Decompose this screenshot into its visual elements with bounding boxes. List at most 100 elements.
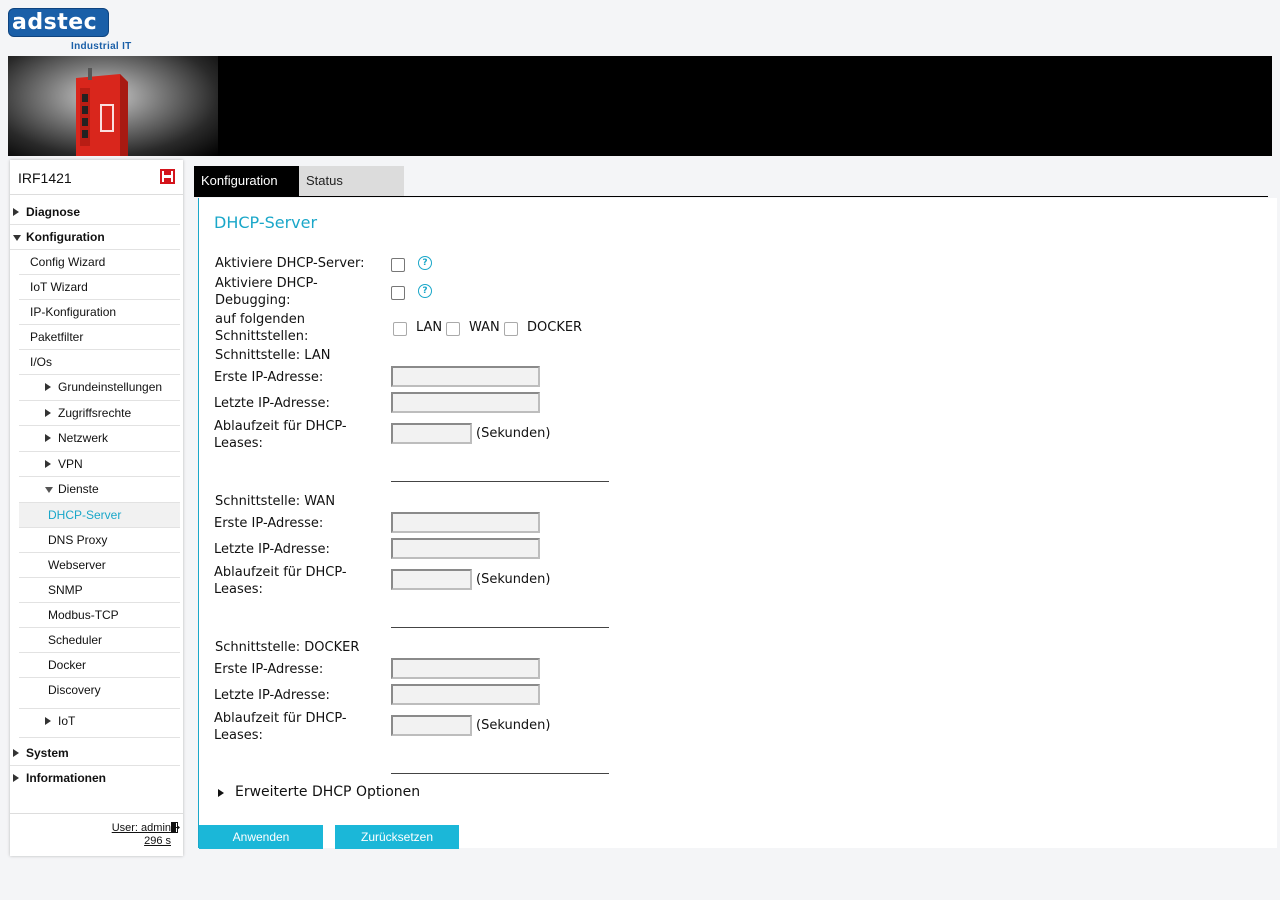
interface-docker-checkbox[interactable]	[504, 322, 518, 336]
lease-unit-label: (Sekunden)	[476, 426, 551, 441]
first-ip-label: Erste IP-Adresse:	[214, 516, 324, 531]
lease-unit-label: (Sekunden)	[476, 572, 551, 587]
header-banner	[8, 56, 1272, 156]
last-ip-label: Letzte IP-Adresse:	[214, 542, 330, 557]
lease-label-line1: Ablaufzeit für DHCP-	[214, 565, 347, 580]
section-title-docker: Schnittstelle: DOCKER	[215, 640, 360, 655]
chevron-right-icon	[13, 774, 19, 782]
sidebar-item-dns-proxy[interactable]: DNS Proxy	[19, 528, 180, 553]
sidebar-item-ip-konfiguration[interactable]: IP-Konfiguration	[19, 300, 180, 325]
docker-first-ip-input[interactable]	[391, 658, 540, 679]
lan-last-ip-input[interactable]	[391, 392, 540, 413]
lease-label-line2: Leases:	[214, 582, 263, 597]
sidebar-item-diagnose[interactable]: Diagnose	[10, 200, 180, 225]
wan-first-ip-input[interactable]	[391, 512, 540, 533]
sidebar-item-webserver[interactable]: Webserver	[19, 553, 180, 578]
docker-last-ip-input[interactable]	[391, 684, 540, 705]
chevron-down-icon	[45, 487, 53, 493]
interface-wan-checkbox[interactable]	[446, 322, 460, 336]
device-name: IRF1421	[18, 170, 72, 186]
main-panel: DHCP-Server Aktiviere DHCP-Server: ? Akt…	[198, 198, 1277, 848]
sidebar-item-ios[interactable]: I/Os	[19, 350, 180, 375]
sidebar-item-config-wizard[interactable]: Config Wizard	[19, 250, 180, 275]
sidebar-item-netzwerk[interactable]: Netzwerk	[19, 426, 180, 452]
sidebar-item-discovery[interactable]: Discovery	[19, 678, 180, 709]
wan-lease-input[interactable]	[391, 569, 472, 590]
interfaces-label-line2: Schnittstellen:	[215, 329, 309, 344]
interface-lan-label: LAN	[416, 320, 443, 335]
chevron-right-icon	[45, 460, 51, 468]
section-separator	[391, 627, 609, 628]
logo-subtitle: Industrial IT	[71, 41, 132, 52]
sidebar-item-modbus-tcp[interactable]: Modbus-TCP	[19, 603, 180, 628]
tab-status[interactable]: Status	[299, 166, 404, 196]
sidebar-item-docker[interactable]: Docker	[19, 653, 180, 678]
tab-divider	[194, 196, 1268, 197]
debug-label-line2: Debugging:	[215, 293, 291, 308]
first-ip-label: Erste IP-Adresse:	[214, 662, 324, 677]
chevron-right-icon	[45, 383, 51, 391]
section-title-wan: Schnittstelle: WAN	[215, 494, 336, 509]
chevron-right-icon	[45, 434, 51, 442]
docker-lease-input[interactable]	[391, 715, 472, 736]
help-icon[interactable]: ?	[418, 284, 432, 298]
wan-last-ip-input[interactable]	[391, 538, 540, 559]
apply-button[interactable]: Anwenden	[199, 825, 323, 849]
chevron-right-icon	[45, 409, 51, 417]
lease-label-line2: Leases:	[214, 436, 263, 451]
advanced-options-toggle[interactable]: Erweiterte DHCP Optionen	[217, 784, 437, 802]
section-separator	[391, 773, 609, 774]
sidebar-item-informationen[interactable]: Informationen	[10, 766, 180, 790]
sidebar-item-iot-wizard[interactable]: IoT Wizard	[19, 275, 180, 300]
sidebar-item-vpn[interactable]: VPN	[19, 452, 180, 477]
page-title: DHCP-Server	[214, 213, 318, 232]
sidebar-header: IRF1421	[10, 160, 183, 195]
sidebar-item-system[interactable]: System	[10, 741, 180, 766]
chevron-right-icon	[45, 717, 51, 725]
lease-label-line1: Ablaufzeit für DHCP-	[214, 419, 347, 434]
sidebar-item-dhcp-server[interactable]: DHCP-Server	[19, 503, 180, 528]
chevron-right-icon	[218, 789, 224, 797]
last-ip-label: Letzte IP-Adresse:	[214, 688, 330, 703]
chevron-right-icon	[13, 749, 19, 757]
interface-docker-label: DOCKER	[527, 320, 583, 335]
sidebar: IRF1421 Diagnose Konfiguration Config Wi…	[10, 160, 183, 856]
lan-lease-input[interactable]	[391, 423, 472, 444]
reset-button[interactable]: Zurücksetzen	[335, 825, 459, 849]
tab-konfiguration[interactable]: Konfiguration	[194, 166, 299, 196]
sidebar-item-iot[interactable]: IoT	[19, 709, 180, 738]
user-link[interactable]: User: admin	[112, 822, 171, 834]
debug-label-line1: Aktiviere DHCP-	[215, 276, 318, 291]
save-icon[interactable]	[160, 169, 175, 184]
section-title-lan: Schnittstelle: LAN	[215, 348, 331, 363]
section-separator	[391, 481, 609, 482]
lease-label-line1: Ablaufzeit für DHCP-	[214, 711, 347, 726]
router-device-image	[76, 68, 128, 156]
lease-label-line2: Leases:	[214, 728, 263, 743]
last-ip-label: Letzte IP-Adresse:	[214, 396, 330, 411]
sidebar-item-paketfilter[interactable]: Paketfilter	[19, 325, 180, 350]
sidebar-item-grundeinstellungen[interactable]: Grundeinstellungen	[19, 375, 180, 401]
company-logo: adstec Industrial IT	[8, 8, 138, 54]
sidebar-item-snmp[interactable]: SNMP	[19, 578, 180, 603]
enable-dhcp-checkbox[interactable]	[391, 258, 405, 272]
help-icon[interactable]: ?	[418, 256, 432, 270]
chevron-right-icon	[13, 208, 19, 216]
lease-unit-label: (Sekunden)	[476, 718, 551, 733]
interface-wan-label: WAN	[469, 320, 500, 335]
lan-first-ip-input[interactable]	[391, 366, 540, 387]
sidebar-item-zugriffsrechte[interactable]: Zugriffsrechte	[19, 401, 180, 426]
logo-wordmark: adstec	[8, 8, 109, 37]
enable-debugging-checkbox[interactable]	[391, 286, 405, 300]
logout-icon[interactable]	[171, 822, 182, 833]
first-ip-label: Erste IP-Adresse:	[214, 370, 324, 385]
sidebar-item-konfiguration[interactable]: Konfiguration	[10, 225, 180, 250]
session-timer: 296 s	[144, 835, 171, 847]
enable-dhcp-label: Aktiviere DHCP-Server:	[215, 256, 365, 271]
sidebar-footer: User: admin 296 s	[10, 813, 183, 857]
sidebar-item-dienste[interactable]: Dienste	[19, 477, 180, 503]
interface-lan-checkbox[interactable]	[393, 322, 407, 336]
chevron-down-icon	[13, 235, 21, 241]
interfaces-label-line1: auf folgenden	[215, 312, 306, 327]
sidebar-item-scheduler[interactable]: Scheduler	[19, 628, 180, 653]
